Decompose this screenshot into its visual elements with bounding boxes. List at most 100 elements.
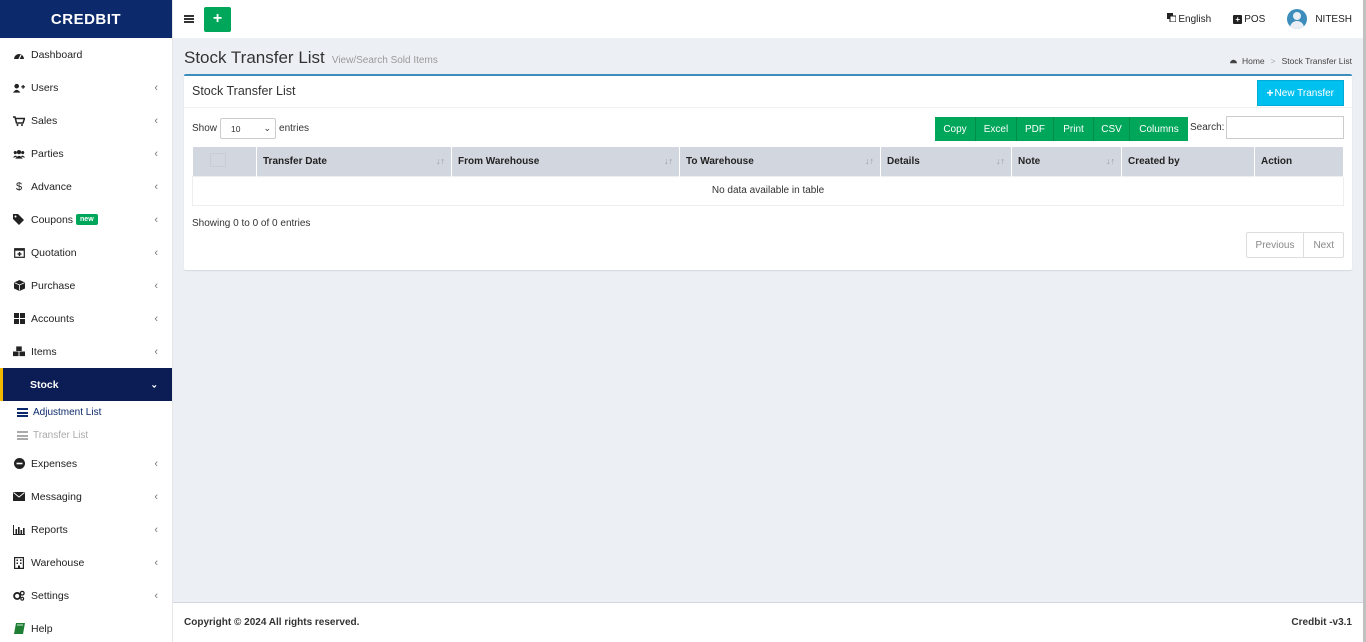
chevron-down-icon: ⌄	[263, 123, 272, 133]
sidebar-item-warehouse[interactable]: Warehouse ‹	[0, 546, 172, 579]
columns-button[interactable]: Columns	[1130, 117, 1188, 141]
sidebar-item-purchase[interactable]: Purchase ‹	[0, 269, 172, 302]
sidebar-item-label: Users	[31, 81, 59, 94]
page-length-value: 10	[231, 123, 241, 134]
sidebar: CREDBIT Dashboard Users ‹ Sales ‹ Partie…	[0, 0, 173, 642]
column-label: Created by	[1128, 155, 1180, 167]
column-details[interactable]: Details ↓↑	[880, 147, 1012, 176]
pdf-button[interactable]: PDF	[1017, 117, 1054, 141]
page-title: Stock Transfer List	[184, 48, 325, 67]
table-row: No data available in table	[192, 175, 1344, 206]
sidebar-item-users[interactable]: Users ‹	[0, 71, 172, 104]
chevron-left-icon: ‹	[154, 556, 158, 569]
select-all-checkbox[interactable]	[209, 152, 226, 167]
sidebar-item-parties[interactable]: Parties ‹	[0, 137, 172, 170]
dashboard-icon	[13, 49, 25, 61]
sidebar-item-settings[interactable]: Settings ‹	[0, 579, 172, 612]
chevron-left-icon: ‹	[154, 147, 158, 160]
chevron-left-icon: ‹	[154, 345, 158, 358]
menu-toggle-icon[interactable]	[184, 15, 194, 23]
copy-button[interactable]: Copy	[935, 117, 976, 141]
sort-icon: ↓↑	[436, 156, 445, 166]
sidebar-item-label: Dashboard	[31, 48, 83, 61]
quick-add-button[interactable]: +	[204, 6, 231, 32]
column-from-warehouse[interactable]: From Warehouse ↓↑	[451, 147, 680, 176]
sidebar-item-label: Items	[31, 345, 57, 358]
sidebar-item-label: Expenses	[31, 457, 78, 470]
sidebar-item-reports[interactable]: Reports ‹	[0, 513, 172, 546]
next-page-button[interactable]: Next	[1303, 233, 1343, 257]
sidebar-item-label: Sales	[31, 114, 58, 127]
users-icon	[13, 148, 25, 160]
column-label: Transfer Date	[263, 155, 327, 167]
bar-chart-icon	[13, 524, 25, 536]
column-label: To Warehouse	[686, 155, 754, 167]
excel-button[interactable]: Excel	[976, 117, 1017, 141]
sort-icon: ↓↑	[664, 156, 673, 166]
sidebar-item-help[interactable]: Help	[0, 612, 172, 642]
previous-page-button[interactable]: Previous	[1247, 233, 1304, 257]
show-label: Show	[192, 123, 218, 134]
user-menu[interactable]: NITESH	[1287, 9, 1352, 29]
column-label: Details	[887, 155, 920, 167]
sidebar-item-stock[interactable]: Stock ⌄	[0, 368, 172, 401]
chevron-left-icon: ‹	[154, 213, 158, 226]
sidebar-subitem-adjustment-list[interactable]: Adjustment List	[0, 401, 172, 424]
entries-label: entries	[279, 123, 310, 134]
minus-circle-icon	[13, 458, 25, 470]
cubes-icon	[13, 346, 25, 358]
column-label: Note	[1018, 155, 1041, 167]
search-input[interactable]	[1226, 116, 1344, 139]
user-plus-icon	[13, 82, 25, 94]
column-note[interactable]: Note ↓↑	[1011, 147, 1122, 176]
app-logo[interactable]: CREDBIT	[0, 0, 172, 38]
sidebar-item-label: Settings	[31, 589, 69, 602]
column-transfer-date[interactable]: Transfer Date ↓↑	[256, 147, 452, 176]
plus-square-icon: +	[1233, 14, 1243, 24]
avatar	[1287, 9, 1308, 29]
transfer-table: Transfer Date ↓↑ From Warehouse ↓↑ To Ware…	[192, 147, 1344, 206]
sidebar-subitem-transfer-list[interactable]: Transfer List	[0, 424, 172, 447]
topbar: + English + POS NITESH	[173, 0, 1366, 38]
plus-icon: +	[1266, 86, 1274, 100]
sidebar-item-dashboard[interactable]: Dashboard	[0, 38, 172, 71]
print-button[interactable]: Print	[1054, 117, 1094, 141]
divider	[184, 107, 1352, 108]
column-to-warehouse[interactable]: To Warehouse ↓↑	[679, 147, 881, 176]
calendar-plus-icon	[13, 247, 25, 259]
breadcrumb-home[interactable]: Home	[1242, 56, 1265, 66]
sidebar-item-coupons[interactable]: Coupons new ‹	[0, 203, 172, 236]
column-created-by: Created by	[1121, 147, 1255, 176]
chevron-left-icon: ‹	[154, 490, 158, 503]
pagination: Previous Next	[1245, 232, 1344, 258]
sidebar-item-accounts[interactable]: Accounts ‹	[0, 302, 172, 335]
table-header-row: Transfer Date ↓↑ From Warehouse ↓↑ To Ware…	[192, 147, 1344, 176]
language-selector[interactable]: English	[1167, 13, 1211, 25]
pos-link[interactable]: + POS	[1233, 14, 1265, 25]
sidebar-item-sales[interactable]: Sales ‹	[0, 104, 172, 137]
new-transfer-button[interactable]: + New Transfer	[1256, 80, 1344, 106]
chevron-left-icon: ‹	[154, 312, 158, 325]
sidebar-item-items[interactable]: Items ‹	[0, 335, 172, 368]
csv-button[interactable]: CSV	[1094, 117, 1130, 141]
dollar-icon: $	[15, 180, 23, 193]
sidebar-item-label: Reports	[31, 523, 68, 536]
list-icon	[17, 431, 28, 440]
breadcrumb: Home > Stock Transfer List	[1229, 56, 1352, 66]
sidebar-subitem-label: Adjustment List	[33, 407, 102, 418]
envelope-icon	[13, 491, 25, 503]
book-icon	[13, 623, 25, 635]
sidebar-item-advance[interactable]: $ Advance ‹	[0, 170, 172, 203]
sort-icon: ↓↑	[996, 156, 1005, 166]
sidebar-item-quotation[interactable]: Quotation ‹	[0, 236, 172, 269]
cogs-icon	[13, 590, 25, 602]
column-action: Action	[1254, 147, 1344, 176]
table-info: Showing 0 to 0 of 0 entries	[192, 218, 311, 229]
sidebar-item-label: Stock	[30, 378, 59, 391]
sidebar-item-messaging[interactable]: Messaging ‹	[0, 480, 172, 513]
sidebar-item-label: Parties	[31, 147, 64, 160]
cube-icon	[13, 280, 25, 292]
select-all-column[interactable]	[192, 147, 257, 176]
sidebar-item-expenses[interactable]: Expenses ‹	[0, 447, 172, 480]
page-length-select[interactable]: 10 ⌄	[220, 118, 277, 139]
